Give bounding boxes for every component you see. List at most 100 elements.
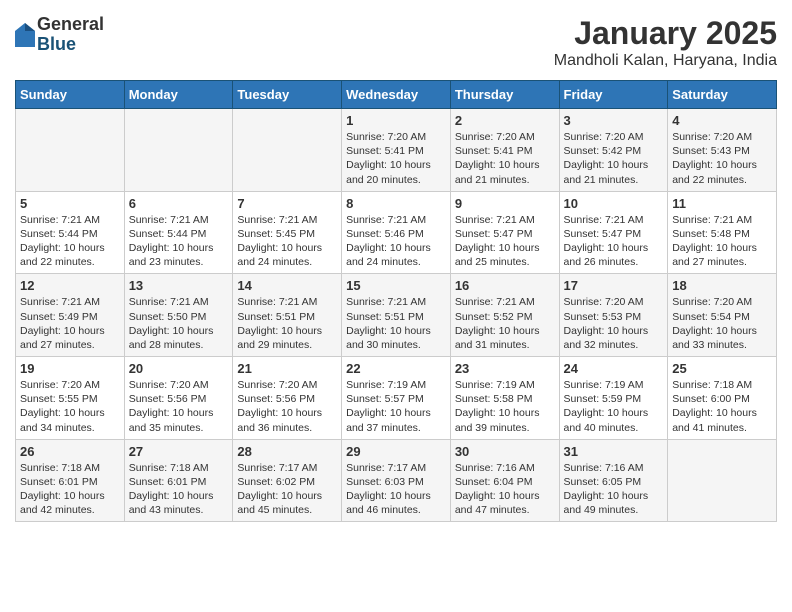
day-number: 11: [672, 196, 772, 211]
day-info: Sunrise: 7:20 AM Sunset: 5:41 PM Dayligh…: [346, 130, 446, 187]
calendar-cell: 31 Sunrise: 7:16 AM Sunset: 6:05 PM Dayli…: [559, 439, 668, 522]
calendar-cell: 6 Sunrise: 7:21 AM Sunset: 5:44 PM Daylig…: [124, 191, 233, 274]
logo-icon: [15, 23, 35, 47]
calendar-cell: 30 Sunrise: 7:16 AM Sunset: 6:04 PM Dayli…: [450, 439, 559, 522]
day-info: Sunrise: 7:21 AM Sunset: 5:51 PM Dayligh…: [346, 295, 446, 352]
day-number: 28: [237, 444, 337, 459]
day-info: Sunrise: 7:20 AM Sunset: 5:53 PM Dayligh…: [564, 295, 664, 352]
calendar-cell: 19Sunrise: 7:20 AM Sunset: 5:55 PM Dayli…: [16, 357, 125, 440]
day-number: 3: [564, 113, 664, 128]
calendar-cell: 5 Sunrise: 7:21 AM Sunset: 5:44 PM Daylig…: [16, 191, 125, 274]
day-number: 31: [564, 444, 664, 459]
calendar-cell: 20Sunrise: 7:20 AM Sunset: 5:56 PM Dayli…: [124, 357, 233, 440]
day-number: 8: [346, 196, 446, 211]
day-info: Sunrise: 7:19 AM Sunset: 5:59 PM Dayligh…: [564, 378, 664, 435]
day-info: Sunrise: 7:21 AM Sunset: 5:51 PM Dayligh…: [237, 295, 337, 352]
day-info: Sunrise: 7:19 AM Sunset: 5:58 PM Dayligh…: [455, 378, 555, 435]
weekday-header: Saturday: [668, 81, 777, 109]
day-number: 22: [346, 361, 446, 376]
day-number: 12: [20, 278, 120, 293]
day-number: 7: [237, 196, 337, 211]
day-number: 1: [346, 113, 446, 128]
calendar-header: SundayMondayTuesdayWednesdayThursdayFrid…: [16, 81, 777, 109]
calendar-cell: 8 Sunrise: 7:21 AM Sunset: 5:46 PM Daylig…: [342, 191, 451, 274]
day-info: Sunrise: 7:20 AM Sunset: 5:43 PM Dayligh…: [672, 130, 772, 187]
day-info: Sunrise: 7:20 AM Sunset: 5:56 PM Dayligh…: [237, 378, 337, 435]
title-block: January 2025 Mandholi Kalan, Haryana, In…: [554, 15, 777, 70]
calendar-cell: 14Sunrise: 7:21 AM Sunset: 5:51 PM Dayli…: [233, 274, 342, 357]
calendar-cell: 2 Sunrise: 7:20 AM Sunset: 5:41 PM Daylig…: [450, 109, 559, 192]
calendar-week-row: 19Sunrise: 7:20 AM Sunset: 5:55 PM Dayli…: [16, 357, 777, 440]
calendar-cell: 11Sunrise: 7:21 AM Sunset: 5:48 PM Dayli…: [668, 191, 777, 274]
calendar-cell: 1 Sunrise: 7:20 AM Sunset: 5:41 PM Daylig…: [342, 109, 451, 192]
day-number: 21: [237, 361, 337, 376]
day-info: Sunrise: 7:18 AM Sunset: 6:01 PM Dayligh…: [129, 461, 229, 518]
calendar-cell: 9Sunrise: 7:21 AM Sunset: 5:47 PM Daylig…: [450, 191, 559, 274]
calendar-cell: 22Sunrise: 7:19 AM Sunset: 5:57 PM Dayli…: [342, 357, 451, 440]
calendar-cell: [233, 109, 342, 192]
day-number: 29: [346, 444, 446, 459]
calendar-cell: 4 Sunrise: 7:20 AM Sunset: 5:43 PM Daylig…: [668, 109, 777, 192]
day-info: Sunrise: 7:20 AM Sunset: 5:56 PM Dayligh…: [129, 378, 229, 435]
calendar-week-row: 26Sunrise: 7:18 AM Sunset: 6:01 PM Dayli…: [16, 439, 777, 522]
day-number: 25: [672, 361, 772, 376]
day-number: 23: [455, 361, 555, 376]
day-number: 30: [455, 444, 555, 459]
calendar-cell: 16 Sunrise: 7:21 AM Sunset: 5:52 PM Dayli…: [450, 274, 559, 357]
day-number: 10: [564, 196, 664, 211]
day-info: Sunrise: 7:16 AM Sunset: 6:04 PM Dayligh…: [455, 461, 555, 518]
day-number: 18: [672, 278, 772, 293]
weekday-header: Tuesday: [233, 81, 342, 109]
weekday-header: Thursday: [450, 81, 559, 109]
day-number: 5: [20, 196, 120, 211]
logo-blue: Blue: [37, 35, 104, 55]
day-info: Sunrise: 7:21 AM Sunset: 5:44 PM Dayligh…: [20, 213, 120, 270]
day-number: 13: [129, 278, 229, 293]
calendar-cell: 29 Sunrise: 7:17 AM Sunset: 6:03 PM Dayli…: [342, 439, 451, 522]
day-info: Sunrise: 7:21 AM Sunset: 5:50 PM Dayligh…: [129, 295, 229, 352]
calendar-week-row: 12 Sunrise: 7:21 AM Sunset: 5:49 PM Dayli…: [16, 274, 777, 357]
calendar-cell: 10 Sunrise: 7:21 AM Sunset: 5:47 PM Dayli…: [559, 191, 668, 274]
day-info: Sunrise: 7:21 AM Sunset: 5:45 PM Dayligh…: [237, 213, 337, 270]
day-number: 24: [564, 361, 664, 376]
day-number: 2: [455, 113, 555, 128]
weekday-header: Friday: [559, 81, 668, 109]
page-header: General Blue January 2025 Mandholi Kalan…: [15, 15, 777, 70]
calendar-week-row: 1 Sunrise: 7:20 AM Sunset: 5:41 PM Daylig…: [16, 109, 777, 192]
day-info: Sunrise: 7:18 AM Sunset: 6:01 PM Dayligh…: [20, 461, 120, 518]
calendar-week-row: 5 Sunrise: 7:21 AM Sunset: 5:44 PM Daylig…: [16, 191, 777, 274]
day-number: 4: [672, 113, 772, 128]
calendar-body: 1 Sunrise: 7:20 AM Sunset: 5:41 PM Daylig…: [16, 109, 777, 522]
calendar-cell: 26Sunrise: 7:18 AM Sunset: 6:01 PM Dayli…: [16, 439, 125, 522]
day-info: Sunrise: 7:20 AM Sunset: 5:42 PM Dayligh…: [564, 130, 664, 187]
calendar-cell: 3 Sunrise: 7:20 AM Sunset: 5:42 PM Daylig…: [559, 109, 668, 192]
day-info: Sunrise: 7:21 AM Sunset: 5:46 PM Dayligh…: [346, 213, 446, 270]
calendar-cell: 17 Sunrise: 7:20 AM Sunset: 5:53 PM Dayli…: [559, 274, 668, 357]
day-number: 17: [564, 278, 664, 293]
day-info: Sunrise: 7:17 AM Sunset: 6:03 PM Dayligh…: [346, 461, 446, 518]
day-info: Sunrise: 7:18 AM Sunset: 6:00 PM Dayligh…: [672, 378, 772, 435]
day-number: 16: [455, 278, 555, 293]
calendar-cell: 18Sunrise: 7:20 AM Sunset: 5:54 PM Dayli…: [668, 274, 777, 357]
day-number: 6: [129, 196, 229, 211]
calendar-cell: 21 Sunrise: 7:20 AM Sunset: 5:56 PM Dayli…: [233, 357, 342, 440]
calendar-title: January 2025: [554, 15, 777, 52]
calendar-cell: [668, 439, 777, 522]
calendar-cell: 13 Sunrise: 7:21 AM Sunset: 5:50 PM Dayli…: [124, 274, 233, 357]
day-number: 15: [346, 278, 446, 293]
day-info: Sunrise: 7:21 AM Sunset: 5:44 PM Dayligh…: [129, 213, 229, 270]
calendar-cell: 23 Sunrise: 7:19 AM Sunset: 5:58 PM Dayli…: [450, 357, 559, 440]
day-info: Sunrise: 7:21 AM Sunset: 5:49 PM Dayligh…: [20, 295, 120, 352]
day-number: 27: [129, 444, 229, 459]
calendar-cell: 28Sunrise: 7:17 AM Sunset: 6:02 PM Dayli…: [233, 439, 342, 522]
calendar-cell: 27 Sunrise: 7:18 AM Sunset: 6:01 PM Dayli…: [124, 439, 233, 522]
weekday-row: SundayMondayTuesdayWednesdayThursdayFrid…: [16, 81, 777, 109]
calendar-cell: 24 Sunrise: 7:19 AM Sunset: 5:59 PM Dayli…: [559, 357, 668, 440]
day-info: Sunrise: 7:16 AM Sunset: 6:05 PM Dayligh…: [564, 461, 664, 518]
calendar-cell: 25 Sunrise: 7:18 AM Sunset: 6:00 PM Dayli…: [668, 357, 777, 440]
calendar-cell: 12 Sunrise: 7:21 AM Sunset: 5:49 PM Dayli…: [16, 274, 125, 357]
day-info: Sunrise: 7:21 AM Sunset: 5:47 PM Dayligh…: [564, 213, 664, 270]
day-info: Sunrise: 7:20 AM Sunset: 5:41 PM Dayligh…: [455, 130, 555, 187]
day-info: Sunrise: 7:21 AM Sunset: 5:52 PM Dayligh…: [455, 295, 555, 352]
calendar-cell: 7 Sunrise: 7:21 AM Sunset: 5:45 PM Daylig…: [233, 191, 342, 274]
